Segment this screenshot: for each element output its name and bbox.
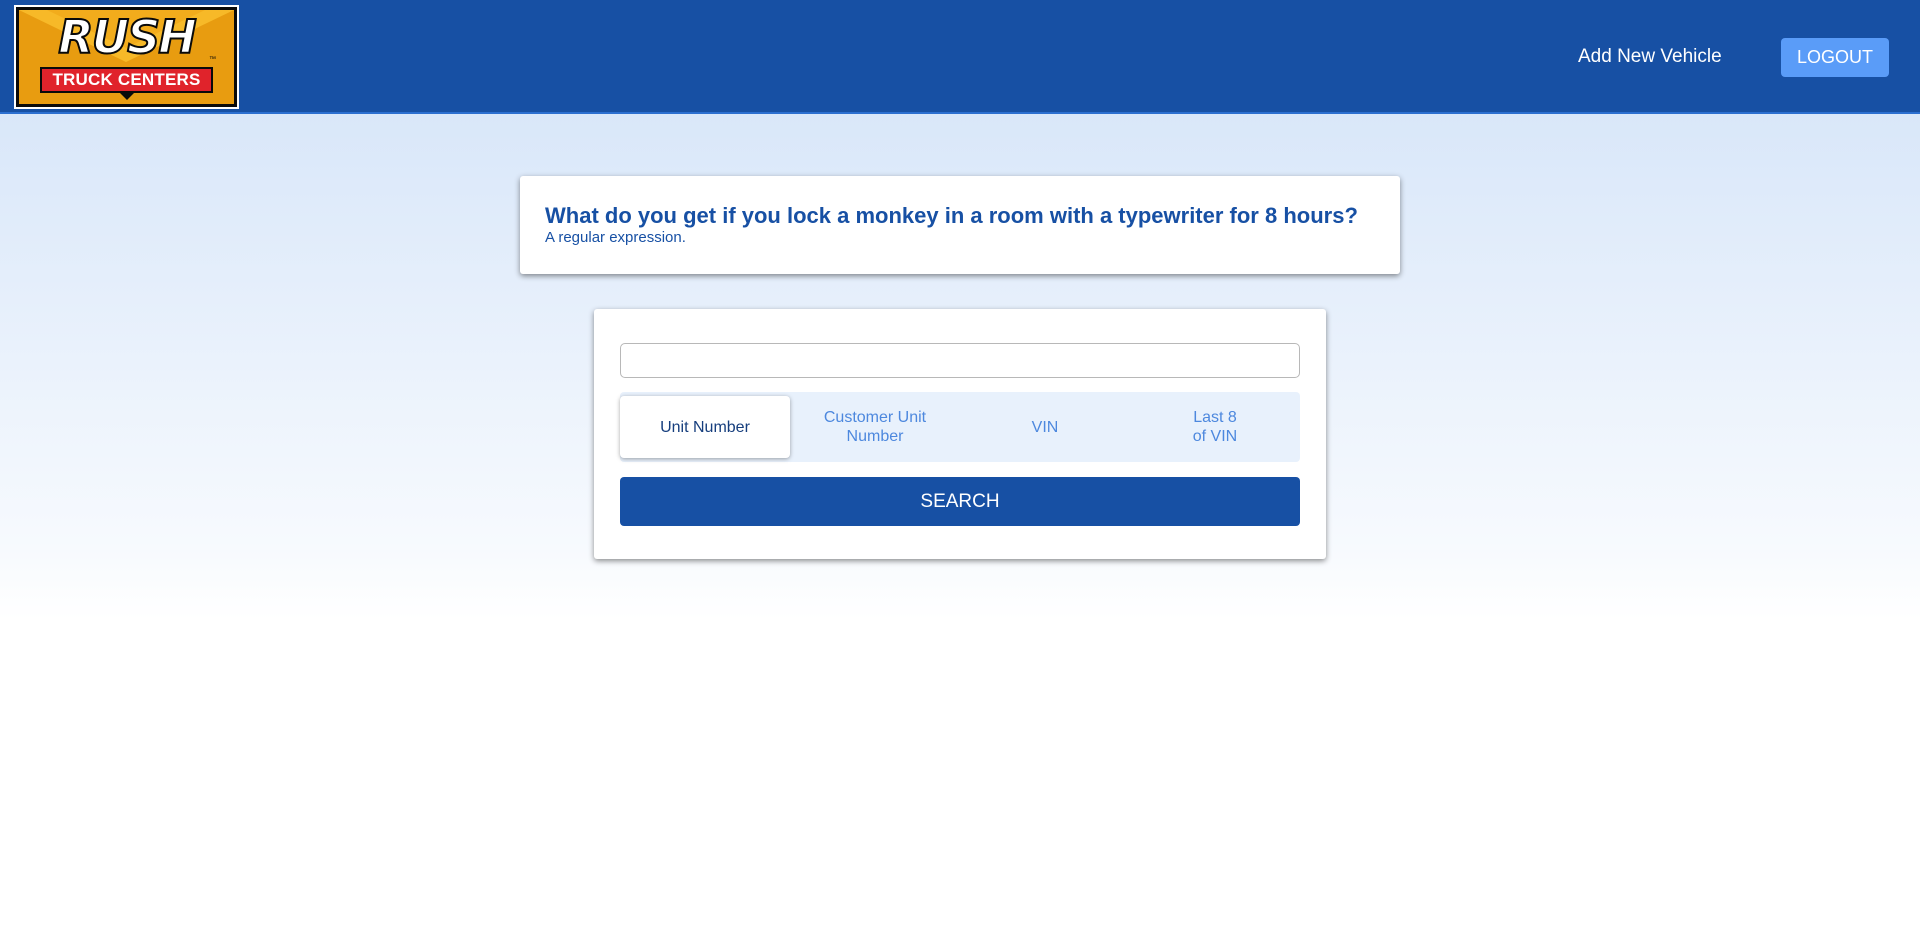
- logo-pointer-icon: [118, 92, 135, 100]
- logo-trademark: ™: [209, 56, 216, 63]
- app-header: RUSH ™ TRUCK CENTERS Add New Vehicle LOG…: [0, 0, 1920, 114]
- search-type-label: Customer Unit Number: [823, 409, 927, 445]
- search-card: Unit Number Customer Unit Number VIN Las…: [594, 309, 1326, 559]
- search-type-label: VIN: [1031, 418, 1059, 436]
- search-type-customer-unit-number[interactable]: Customer Unit Number: [790, 396, 960, 458]
- search-button[interactable]: SEARCH: [620, 477, 1300, 526]
- search-type-selector: Unit Number Customer Unit Number VIN Las…: [620, 392, 1300, 462]
- search-type-unit-number[interactable]: Unit Number: [620, 396, 790, 458]
- logo-wordmark: RUSH: [57, 10, 197, 64]
- logo-banner: TRUCK CENTERS: [40, 67, 213, 93]
- search-type-label: Unit Number: [660, 418, 750, 436]
- search-type-vin[interactable]: VIN: [960, 396, 1130, 458]
- add-new-vehicle-link[interactable]: Add New Vehicle: [1578, 46, 1722, 68]
- joke-question: What do you get if you lock a monkey in …: [545, 203, 1358, 228]
- logout-button[interactable]: LOGOUT: [1781, 38, 1889, 77]
- joke-card: What do you get if you lock a monkey in …: [520, 176, 1400, 274]
- search-type-label: Last 8 of VIN: [1192, 409, 1238, 445]
- search-input[interactable]: [620, 343, 1300, 378]
- search-type-last-8-of-vin[interactable]: Last 8 of VIN: [1130, 396, 1300, 458]
- logo-background: RUSH ™ TRUCK CENTERS: [19, 10, 234, 104]
- rush-truck-centers-logo[interactable]: RUSH ™ TRUCK CENTERS: [14, 5, 239, 109]
- joke-answer: A regular expression.: [545, 229, 686, 246]
